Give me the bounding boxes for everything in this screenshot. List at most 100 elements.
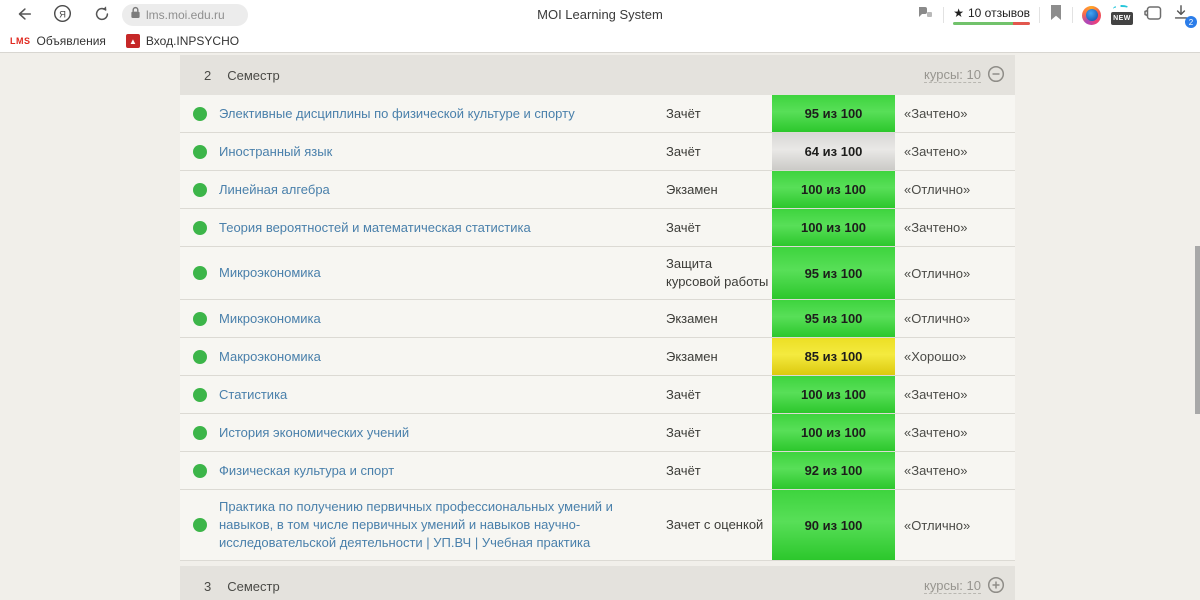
refresh-button[interactable] bbox=[90, 4, 114, 26]
score-cell: 100 из 100 bbox=[772, 376, 895, 413]
score-cell: 95 из 100 bbox=[772, 300, 895, 337]
expand-semester-button[interactable] bbox=[987, 576, 1005, 597]
semester-number: 2 bbox=[204, 67, 212, 83]
status-dot-icon bbox=[192, 387, 207, 402]
status-dot-icon bbox=[192, 220, 207, 235]
assessment-type: Защита курсовой работы bbox=[666, 256, 769, 289]
status-cell bbox=[180, 376, 219, 413]
semester-label: Семестр bbox=[227, 67, 280, 83]
assessment-type: Зачёт bbox=[666, 424, 701, 440]
collapse-semester-button[interactable] bbox=[987, 65, 1005, 86]
course-link[interactable]: Теория вероятностей и математическая ста… bbox=[219, 219, 531, 237]
course-link[interactable]: Практика по получению первичных професси… bbox=[219, 498, 654, 552]
address-bar[interactable]: lms.moi.edu.ru bbox=[122, 4, 248, 26]
grades-table: 2 Семестр курсы: 10 Элективные дисциплин… bbox=[180, 55, 1015, 600]
assessment-type: Зачёт bbox=[666, 462, 701, 478]
status-dot-icon bbox=[192, 182, 207, 197]
bookmark-flag-icon[interactable] bbox=[1049, 4, 1063, 26]
score-cell: 95 из 100 bbox=[772, 247, 895, 299]
grade-text: «Хорошо» bbox=[904, 349, 967, 364]
reviews-rating[interactable]: ★ 10 отзывов bbox=[953, 6, 1030, 25]
back-icon bbox=[15, 5, 33, 26]
grade-text: «Зачтено» bbox=[904, 425, 968, 440]
courses-count-link[interactable]: курсы: 10 bbox=[924, 67, 981, 83]
grade-text: «Зачтено» bbox=[904, 144, 968, 159]
score-badge: 100 из 100 bbox=[772, 414, 895, 451]
browser-window: Я lms.moi.edu.ru MOI Learning System ★ 1 bbox=[0, 0, 1200, 600]
grade-text: «Отлично» bbox=[904, 265, 971, 281]
course-name-cell: Физическая культура и спорт bbox=[219, 452, 666, 489]
status-dot-icon bbox=[192, 266, 207, 280]
status-cell bbox=[180, 490, 219, 560]
grade-text: «Отлично» bbox=[904, 182, 971, 197]
bookmark-item-inpsycho[interactable]: ▲ Вход.INPSYCHO bbox=[125, 34, 239, 48]
status-dot-icon bbox=[192, 311, 207, 326]
score-badge: 95 из 100 bbox=[772, 95, 895, 132]
protect-icon[interactable] bbox=[916, 5, 934, 26]
grade-text: «Зачтено» bbox=[904, 106, 968, 121]
status-cell bbox=[180, 338, 219, 375]
downloads-button[interactable]: 2 bbox=[1172, 4, 1197, 28]
status-cell bbox=[180, 300, 219, 337]
scrollbar-thumb[interactable] bbox=[1195, 246, 1200, 414]
course-name-cell: Элективные дисциплины по физической куль… bbox=[219, 95, 666, 132]
status-cell bbox=[180, 95, 219, 132]
yandex-home-button[interactable]: Я bbox=[50, 4, 74, 26]
course-link[interactable]: Статистика bbox=[219, 386, 287, 404]
assessment-type: Экзамен bbox=[666, 310, 718, 326]
collections-icon[interactable] bbox=[1143, 4, 1163, 27]
table-row: Микроэкономика Защита курсовой работы 95 и… bbox=[180, 247, 1015, 300]
reviews-label: 10 отзывов bbox=[967, 5, 1030, 20]
course-link[interactable]: Макроэкономика bbox=[219, 348, 321, 366]
course-name-cell: Микроэкономика bbox=[219, 247, 666, 299]
toolbar-divider bbox=[1039, 7, 1040, 23]
score-badge: 95 из 100 bbox=[772, 247, 895, 299]
status-cell bbox=[180, 133, 219, 170]
course-name-cell: Иностранный язык bbox=[219, 133, 666, 170]
score-cell: 100 из 100 bbox=[772, 414, 895, 451]
course-link[interactable]: Линейная алгебра bbox=[219, 181, 330, 199]
course-link[interactable]: Микроэкономика bbox=[219, 310, 321, 328]
status-cell bbox=[180, 452, 219, 489]
grade-text: «Отлично» bbox=[904, 311, 971, 326]
refresh-icon bbox=[93, 5, 111, 26]
course-name-cell: Микроэкономика bbox=[219, 300, 666, 337]
browser-toolbar: Я lms.moi.edu.ru MOI Learning System ★ 1 bbox=[0, 0, 1200, 30]
score-cell: 90 из 100 bbox=[772, 490, 895, 560]
score-badge: 100 из 100 bbox=[772, 171, 895, 208]
downloads-count-badge: 2 bbox=[1185, 16, 1197, 28]
score-cell: 64 из 100 bbox=[772, 133, 895, 170]
score-badge: 92 из 100 bbox=[772, 452, 895, 489]
table-row: Иностранный язык Зачёт 64 из 100 «Зачтено» bbox=[180, 133, 1015, 171]
score-badge: 100 из 100 bbox=[772, 209, 895, 246]
back-button[interactable] bbox=[12, 4, 36, 26]
plus-circle-icon bbox=[987, 576, 1005, 597]
toolbar-divider bbox=[943, 7, 945, 23]
course-link[interactable]: Элективные дисциплины по физической куль… bbox=[219, 105, 575, 123]
assessment-type: Экзамен bbox=[666, 348, 718, 364]
grade-text: «Зачтено» bbox=[904, 387, 968, 402]
courses-count-link[interactable]: курсы: 10 bbox=[924, 578, 981, 594]
course-link[interactable]: Физическая культура и спорт bbox=[219, 462, 394, 480]
semester-header-next: 3 Семестр курсы: 10 bbox=[180, 566, 1015, 600]
bookmark-item-announcements[interactable]: LMS Объявления bbox=[10, 34, 106, 48]
course-link[interactable]: История экономических учений bbox=[219, 424, 409, 442]
course-name-cell: Теория вероятностей и математическая ста… bbox=[219, 209, 666, 246]
table-row: Статистика Зачёт 100 из 100 «Зачтено» bbox=[180, 376, 1015, 414]
course-link[interactable]: Иностранный язык bbox=[219, 143, 332, 161]
page-content: 2 Семестр курсы: 10 Элективные дисциплин… bbox=[0, 54, 1200, 600]
table-row: Линейная алгебра Экзамен 100 из 100 «Отличн… bbox=[180, 171, 1015, 209]
status-cell bbox=[180, 171, 219, 208]
extension-browser-icon[interactable] bbox=[1082, 5, 1101, 25]
status-dot-icon bbox=[192, 106, 207, 121]
table-row: Теория вероятностей и математическая ста… bbox=[180, 209, 1015, 247]
course-name-cell: Практика по получению первичных професси… bbox=[219, 490, 666, 560]
course-link[interactable]: Микроэкономика bbox=[219, 264, 321, 282]
toolbar-right: ★ 10 отзывов NEW 2 bbox=[916, 0, 1197, 30]
bookmarks-bar: LMS Объявления ▲ Вход.INPSYCHO bbox=[0, 30, 1200, 53]
extension-new-icon[interactable]: NEW bbox=[1110, 5, 1134, 25]
bookmark-label: Объявления bbox=[36, 34, 106, 48]
course-rows: Элективные дисциплины по физической куль… bbox=[180, 95, 1015, 561]
course-name-cell: Статистика bbox=[219, 376, 666, 413]
table-row: Практика по получению первичных професси… bbox=[180, 490, 1015, 561]
